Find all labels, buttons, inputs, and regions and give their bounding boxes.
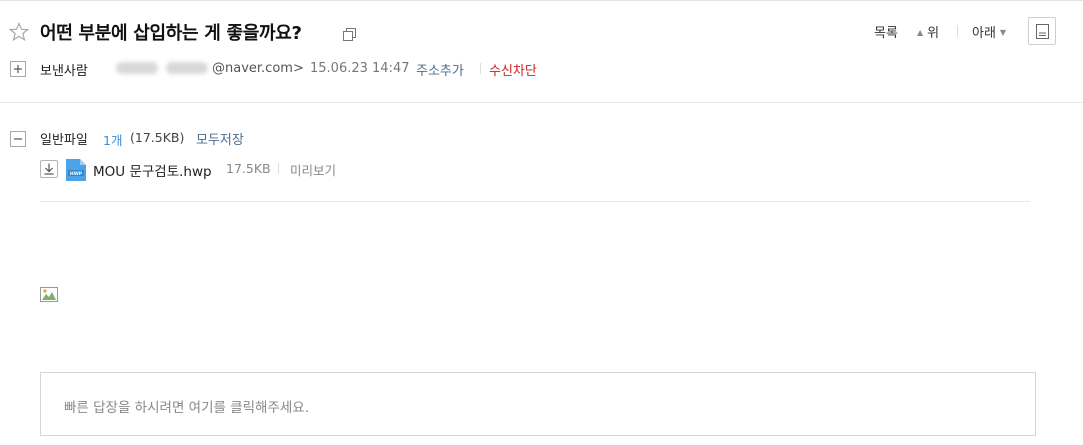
attachment-file-name[interactable]: MOU 문구검토.hwp bbox=[93, 160, 212, 180]
attachment-file-size: 17.5KB bbox=[226, 161, 271, 176]
attachment-total-size: (17.5KB) bbox=[130, 130, 185, 145]
expand-recipients-button[interactable] bbox=[10, 61, 26, 77]
file-separator bbox=[278, 163, 279, 174]
attachment-count: 1개 bbox=[103, 133, 123, 148]
prev-mail-label: 위 bbox=[927, 26, 940, 41]
hwp-file-icon: HWP bbox=[66, 159, 86, 181]
mail-subject: 어떤 부분에 삽입하는 게 좋을까요? bbox=[40, 23, 302, 44]
print-button[interactable] bbox=[1028, 17, 1056, 45]
copy-icon[interactable] bbox=[343, 26, 356, 41]
plus-icon bbox=[14, 65, 22, 73]
top-border bbox=[0, 0, 1083, 1]
triangle-down-icon: ▼ bbox=[999, 28, 1007, 37]
sender-email[interactable]: @naver.com> bbox=[212, 61, 304, 76]
sent-date: 15.06.23 14:47 bbox=[310, 61, 410, 76]
prev-mail-button[interactable]: ▲ 위 bbox=[917, 22, 939, 41]
print-icon bbox=[1036, 24, 1049, 39]
quick-reply-placeholder: 빠른 답장을 하시려면 여기를 클릭해주세요. bbox=[64, 400, 310, 416]
star-icon[interactable] bbox=[8, 21, 30, 42]
download-button[interactable] bbox=[40, 160, 58, 178]
preview-link[interactable]: 미리보기 bbox=[290, 160, 336, 179]
sender-separator bbox=[480, 63, 481, 74]
download-icon bbox=[44, 163, 54, 175]
add-address-link[interactable]: 주소추가 bbox=[416, 60, 464, 79]
save-all-link[interactable]: 모두저장 bbox=[196, 129, 244, 148]
attachment-label: 일반파일 bbox=[40, 133, 88, 148]
toolbar-separator bbox=[957, 25, 958, 37]
collapse-attachments-button[interactable] bbox=[10, 131, 26, 147]
sender-label: 보낸사람 bbox=[40, 64, 88, 79]
block-sender-link[interactable]: 수신차단 bbox=[489, 60, 537, 79]
attachment-divider bbox=[40, 201, 1030, 202]
next-mail-label: 아래 bbox=[972, 26, 996, 41]
broken-image-icon bbox=[40, 287, 58, 302]
header-divider bbox=[0, 102, 1083, 103]
triangle-up-icon: ▲ bbox=[917, 28, 924, 37]
list-button[interactable]: 목록 bbox=[874, 22, 898, 41]
minus-icon bbox=[14, 138, 22, 140]
svg-text:HWP: HWP bbox=[70, 171, 83, 177]
quick-reply-box[interactable]: 빠른 답장을 하시려면 여기를 클릭해주세요. bbox=[40, 372, 1036, 436]
next-mail-button[interactable]: 아래 ▼ bbox=[972, 22, 1006, 41]
sender-name-blurred bbox=[116, 62, 211, 74]
